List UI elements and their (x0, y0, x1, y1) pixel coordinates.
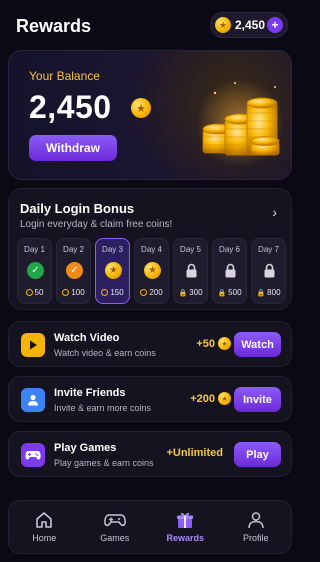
day-label: Day 5 (180, 245, 201, 254)
day-reward: 200 (135, 288, 168, 297)
bonus-subtitle: Login everyday & claim free coins! (20, 219, 173, 230)
nav-item-profile[interactable]: Profile (221, 501, 292, 553)
coin-icon (25, 289, 33, 296)
chevron-right-icon[interactable]: › (272, 204, 277, 220)
day-label: Day 4 (141, 245, 162, 254)
gamepad-icon (21, 443, 45, 467)
day-item-5[interactable]: Day 5 🔒 300 (173, 238, 208, 304)
lock-icon: 🔒 (217, 289, 227, 297)
day-reward: 150 (96, 288, 129, 297)
task-title: Watch Video (54, 332, 120, 344)
day-reward: 🔒 500 (217, 288, 242, 297)
play-button[interactable]: Play (234, 442, 281, 467)
day-reward: 50 (18, 288, 51, 297)
task-subtitle: Invite & earn more coins (54, 403, 152, 413)
balance-card: Your Balance 2,450 ★ Withdraw (8, 50, 292, 180)
nav-item-home[interactable]: Home (9, 501, 80, 553)
lock-icon (264, 263, 275, 278)
nav-label: Home (32, 533, 57, 543)
coin-icon: ★ (218, 337, 231, 350)
day-label: Day 1 (24, 245, 45, 254)
coin-icon: ★ (105, 262, 122, 279)
balance-value: 2,450 (235, 18, 266, 32)
task-play-games: Play Games Play games & earn coins +Unli… (8, 431, 292, 477)
add-coins-button[interactable]: + (267, 17, 283, 33)
day-label: Day 6 (219, 245, 240, 254)
gamepad-icon (103, 514, 126, 527)
task-title: Play Games (54, 442, 117, 454)
coin-icon (140, 289, 148, 296)
gift-icon (177, 512, 194, 528)
day-item-7[interactable]: Day 7 🔒 800 (251, 238, 286, 304)
coin-icon: ★ (218, 392, 231, 405)
bonus-title: Daily Login Bonus (20, 201, 135, 216)
lock-icon (186, 263, 197, 278)
day-reward: 🔒 800 (256, 288, 281, 297)
day-item-4[interactable]: Day 4 ★ 200 (134, 238, 169, 304)
task-watch-video: Watch Video Watch video & earn coins +50… (8, 321, 292, 367)
lock-icon: 🔒 (256, 289, 266, 297)
task-subtitle: Watch video & earn coins (54, 348, 156, 358)
day-item-6[interactable]: Day 6 🔒 500 (212, 238, 247, 304)
nav-item-games[interactable]: Games (80, 501, 151, 553)
check-icon: ✓ (66, 262, 83, 279)
task-invite-friends: Invite Friends Invite & earn more coins … (8, 376, 292, 422)
task-reward: +50 ★ (196, 337, 231, 350)
task-reward: +Unlimited (166, 447, 223, 459)
lock-icon (225, 263, 236, 278)
nav-item-rewards[interactable]: Rewards (150, 501, 221, 553)
coin-icon: ★ (215, 17, 231, 33)
invite-button[interactable]: Invite (234, 387, 281, 412)
daily-login-bonus-card: Daily Login Bonus Login everyday & claim… (8, 188, 292, 310)
nav-label: Rewards (166, 533, 205, 543)
day-label: Day 7 (258, 245, 279, 254)
task-reward: +200 ★ (190, 392, 231, 405)
day-reward: 100 (57, 288, 90, 297)
play-icon (21, 333, 45, 357)
balance-amount: 2,450 (29, 89, 112, 125)
header: Rewards ★ 2,450 + (0, 0, 300, 52)
day-reward: 🔒 300 (178, 288, 203, 297)
task-subtitle: Play games & earn coins (54, 458, 154, 468)
bottom-nav: Home Games Rewards Profile (8, 500, 292, 554)
profile-icon (248, 512, 264, 529)
day-item-2[interactable]: Day 2 ✓ 100 (56, 238, 91, 304)
nav-label: Profile (242, 533, 269, 543)
day-item-1[interactable]: Day 1 ✓ 50 (17, 238, 52, 304)
day-label: Day 3 (102, 245, 123, 254)
user-icon (21, 388, 45, 412)
lock-icon: 🔒 (178, 289, 188, 297)
coin-icon: ★ (144, 262, 161, 279)
day-label: Day 2 (63, 245, 84, 254)
nav-label: Games (100, 533, 130, 543)
coin-icon (101, 289, 109, 296)
coin-icon: ★ (131, 98, 151, 118)
day-list: Day 1 ✓ 50 Day 2 ✓ 100 Day 3 ★ 150 Day 4… (17, 238, 287, 304)
page-title: Rewards (16, 16, 92, 36)
home-icon (36, 512, 53, 528)
coin-icon (62, 289, 70, 296)
day-item-3[interactable]: Day 3 ★ 150 (95, 238, 130, 304)
check-icon: ✓ (27, 262, 44, 279)
coin-stack-icon (196, 79, 284, 165)
watch-button[interactable]: Watch (234, 332, 281, 357)
balance-pill[interactable]: ★ 2,450 + (210, 12, 288, 38)
withdraw-button[interactable]: Withdraw (29, 135, 117, 161)
balance-label: Your Balance (29, 69, 100, 83)
task-title: Invite Friends (54, 387, 126, 399)
